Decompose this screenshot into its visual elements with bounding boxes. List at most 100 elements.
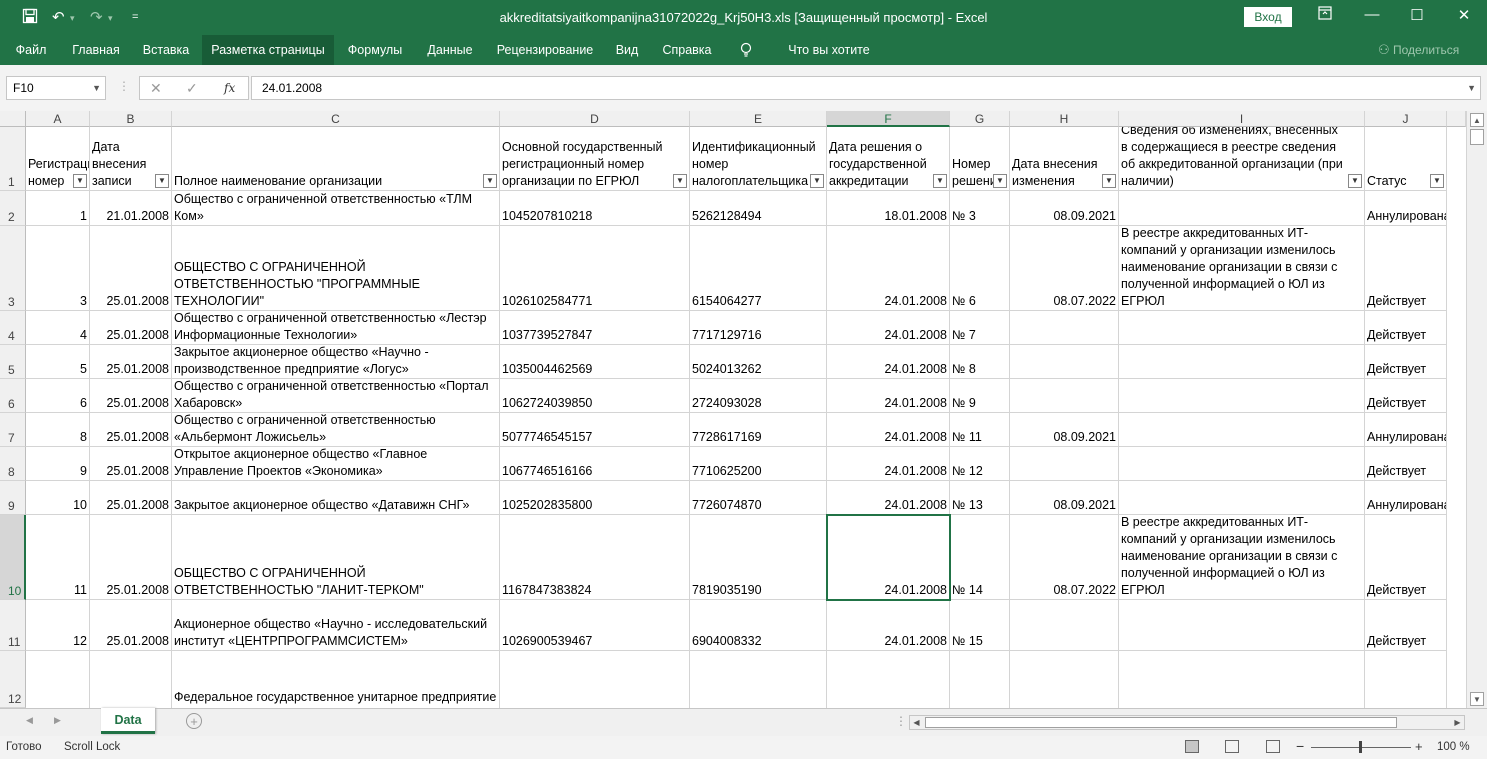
filter-dropdown-icon[interactable]: ▼ bbox=[810, 174, 824, 188]
cell-changes-info[interactable] bbox=[1119, 345, 1365, 379]
row-header[interactable]: 7 bbox=[0, 413, 26, 447]
tab-formulas[interactable]: Формулы bbox=[340, 35, 410, 65]
row-header[interactable]: 11 bbox=[0, 600, 26, 651]
cell-record-date[interactable]: 25.01.2008 bbox=[90, 345, 172, 379]
header-cell-decision-number[interactable]: Номер решения ▼ bbox=[950, 127, 1010, 191]
header-cell-ogrn[interactable]: Основной государственный регистрационный… bbox=[500, 127, 690, 191]
row-header[interactable]: 4 bbox=[0, 311, 26, 345]
cell-status[interactable]: Аннулирована bbox=[1365, 191, 1447, 226]
filter-dropdown-icon[interactable]: ▼ bbox=[933, 174, 947, 188]
filter-dropdown-icon[interactable]: ▼ bbox=[155, 174, 169, 188]
share-button[interactable]: ⚇ Поделиться bbox=[1378, 35, 1459, 65]
header-cell-record-date[interactable]: Дата внесения записи ▼ bbox=[90, 127, 172, 191]
zoom-in-icon[interactable]: + bbox=[1415, 739, 1423, 754]
column-header-i[interactable]: I bbox=[1119, 111, 1365, 127]
tab-file[interactable]: Файл bbox=[8, 35, 54, 65]
horizontal-scrollbar[interactable]: ◀ ▶ bbox=[909, 715, 1465, 730]
expand-formula-icon[interactable]: ▼ bbox=[1467, 77, 1476, 99]
cell-decision-date[interactable]: 24.01.2008 bbox=[827, 600, 950, 651]
row-header[interactable]: 1 bbox=[0, 127, 26, 191]
scroll-up-icon[interactable]: ▲ bbox=[1470, 113, 1484, 127]
cell-record-date[interactable] bbox=[90, 651, 172, 708]
cell-changes-info[interactable] bbox=[1119, 651, 1365, 708]
cell-decision-number[interactable]: № 3 bbox=[950, 191, 1010, 226]
cell-change-date[interactable]: 08.09.2021 bbox=[1010, 191, 1119, 226]
cell-org-name[interactable]: ОБЩЕСТВО С ОГРАНИЧЕННОЙ ОТВЕТСТВЕННОСТЬЮ… bbox=[172, 515, 500, 600]
cell-decision-number[interactable]: № 6 bbox=[950, 226, 1010, 311]
cell-change-date[interactable] bbox=[1010, 651, 1119, 708]
cell-decision-number[interactable]: № 11 bbox=[950, 413, 1010, 447]
cell-change-date[interactable]: 08.09.2021 bbox=[1010, 413, 1119, 447]
cell-inn[interactable]: 7728617169 bbox=[690, 413, 827, 447]
column-header-j[interactable]: J bbox=[1365, 111, 1447, 127]
scroll-right-icon[interactable]: ▶ bbox=[1451, 716, 1464, 729]
tab-view[interactable]: Вид bbox=[610, 35, 644, 65]
login-button[interactable]: Вход bbox=[1244, 7, 1292, 27]
cell-change-date[interactable] bbox=[1010, 345, 1119, 379]
column-header-b[interactable]: B bbox=[90, 111, 172, 127]
cell-org-name[interactable]: Федеральное государственное унитарное пр… bbox=[172, 651, 500, 708]
row-header[interactable]: 2 bbox=[0, 191, 26, 226]
tab-data[interactable]: Данные bbox=[418, 35, 482, 65]
cell-decision-date[interactable]: 18.01.2008 bbox=[827, 191, 950, 226]
sheet-prev-icon[interactable]: ◀ bbox=[26, 715, 33, 726]
cell-ogrn[interactable]: 1045207810218 bbox=[500, 191, 690, 226]
filter-dropdown-icon[interactable]: ▼ bbox=[673, 174, 687, 188]
tab-home[interactable]: Главная bbox=[62, 35, 130, 65]
cell-reg-number[interactable]: 6 bbox=[26, 379, 90, 413]
cell-ogrn[interactable]: 1026102584771 bbox=[500, 226, 690, 311]
cell-inn[interactable]: 6904008332 bbox=[690, 600, 827, 651]
cell-inn[interactable]: 5024013262 bbox=[690, 345, 827, 379]
cell-reg-number[interactable]: 1 bbox=[26, 191, 90, 226]
cell-org-name[interactable]: Закрытое акционерное общество «Научно - … bbox=[172, 345, 500, 379]
cell-decision-number[interactable]: № 12 bbox=[950, 447, 1010, 481]
cell-reg-number[interactable]: 10 bbox=[26, 481, 90, 515]
row-header[interactable]: 8 bbox=[0, 447, 26, 481]
cell-status[interactable]: Действует bbox=[1365, 379, 1447, 413]
cell-changes-info[interactable] bbox=[1119, 379, 1365, 413]
cell-changes-info[interactable] bbox=[1119, 447, 1365, 481]
cell-ogrn[interactable] bbox=[500, 651, 690, 708]
cell-status[interactable]: Действует bbox=[1365, 226, 1447, 311]
close-icon[interactable]: ✕ bbox=[1449, 6, 1479, 24]
cell-record-date[interactable]: 25.01.2008 bbox=[90, 447, 172, 481]
cell-decision-date[interactable]: 24.01.2008 bbox=[827, 413, 950, 447]
row-header[interactable]: 9 bbox=[0, 481, 26, 515]
cell-ogrn[interactable]: 1026900539467 bbox=[500, 600, 690, 651]
cell-record-date[interactable]: 25.01.2008 bbox=[90, 311, 172, 345]
zoom-level[interactable]: 100 % bbox=[1437, 741, 1470, 753]
cell-change-date[interactable] bbox=[1010, 447, 1119, 481]
tab-page-layout[interactable]: Разметка страницы bbox=[202, 35, 334, 65]
cell-decision-number[interactable]: № 14 bbox=[950, 515, 1010, 600]
cell-reg-number[interactable]: 9 bbox=[26, 447, 90, 481]
cell-org-name[interactable]: Общество с ограниченной ответственностью… bbox=[172, 379, 500, 413]
row-header[interactable]: 5 bbox=[0, 345, 26, 379]
cell-decision-date[interactable]: 24.01.2008 bbox=[827, 447, 950, 481]
column-header-g[interactable]: G bbox=[950, 111, 1010, 127]
ribbon-display-icon[interactable] bbox=[1310, 6, 1340, 24]
enter-icon[interactable]: ✓ bbox=[186, 80, 198, 97]
cell-change-date[interactable] bbox=[1010, 311, 1119, 345]
cell-inn[interactable]: 7726074870 bbox=[690, 481, 827, 515]
cell-decision-date[interactable]: 24.01.2008 bbox=[827, 345, 950, 379]
chevron-down-icon[interactable]: ▼ bbox=[92, 77, 101, 99]
sheet-tab-data[interactable]: Data bbox=[101, 708, 155, 734]
cell-decision-date[interactable]: 24.01.2008 bbox=[827, 311, 950, 345]
row-header[interactable]: 6 bbox=[0, 379, 26, 413]
cell-org-name[interactable]: Общество с ограниченной ответственностью… bbox=[172, 311, 500, 345]
cancel-icon[interactable]: ✕ bbox=[150, 80, 162, 97]
cell-record-date[interactable]: 21.01.2008 bbox=[90, 191, 172, 226]
cell-org-name[interactable]: ОБЩЕСТВО С ОГРАНИЧЕННОЙ ОТВЕТСТВЕННОСТЬЮ… bbox=[172, 226, 500, 311]
cell-record-date[interactable]: 25.01.2008 bbox=[90, 515, 172, 600]
scroll-left-icon[interactable]: ◀ bbox=[910, 716, 923, 729]
tab-split-icon[interactable]: ⋮ bbox=[895, 714, 907, 728]
page-break-view-icon[interactable] bbox=[1266, 740, 1280, 753]
filter-dropdown-icon[interactable]: ▼ bbox=[483, 174, 497, 188]
select-all-corner[interactable] bbox=[0, 111, 26, 127]
cell-reg-number[interactable] bbox=[26, 651, 90, 708]
cell-changes-info[interactable] bbox=[1119, 600, 1365, 651]
formula-input[interactable]: 24.01.2008 ▼ bbox=[251, 76, 1481, 100]
row-header[interactable]: 10 bbox=[0, 515, 26, 600]
header-cell-decision-date[interactable]: Дата решения о государственной аккредита… bbox=[827, 127, 950, 191]
filter-dropdown-icon[interactable]: ▼ bbox=[1430, 174, 1444, 188]
